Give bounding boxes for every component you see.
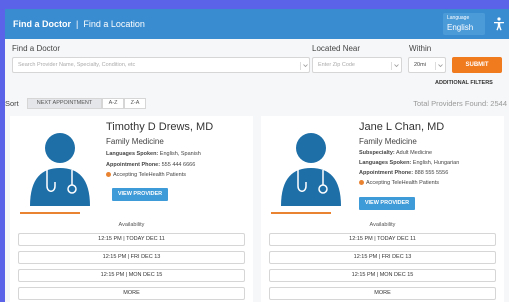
appointment-slot-button[interactable]: 12:15 PM | FRI DEC 13	[18, 251, 245, 264]
nav-find-doctor[interactable]: Find a Doctor	[13, 19, 71, 29]
nav-separator: |	[76, 19, 79, 29]
sort-a-z-button[interactable]: A-Z	[102, 98, 124, 109]
sort-label: Sort	[5, 99, 19, 108]
view-provider-button[interactable]: VIEW PROVIDER	[359, 197, 415, 210]
chevron-down-icon	[300, 62, 308, 70]
availability-heading: Availability	[118, 222, 145, 228]
telehealth-status: Accepting TeleHealth Patients	[106, 172, 186, 178]
provider-name[interactable]: Timothy D Drews, MD	[106, 121, 213, 133]
nav-find-location[interactable]: Find a Location	[83, 19, 145, 29]
language-value: English	[447, 23, 474, 32]
provider-specialty: Family Medicine	[359, 137, 417, 146]
radius-select[interactable]: 20mi	[408, 57, 446, 73]
telehealth-status: Accepting TeleHealth Patients	[359, 180, 439, 186]
search-panel: Find a Doctor Search Provider Name, Spec…	[5, 39, 509, 91]
appointment-phone: Appointment Phone: 888 555 5556	[359, 170, 449, 176]
provider-card: Jane L Chan, MD Family Medicine Subspeci…	[261, 116, 504, 302]
top-nav-bar: Find a Doctor | Find a Location Language…	[5, 9, 509, 39]
availability-heading: Availability	[369, 222, 396, 228]
sort-bar: Sort NEXT APPOINTMENT A-Z Z-A Total Prov…	[5, 97, 509, 111]
within-label: Within	[409, 44, 432, 53]
check-circle-icon	[106, 172, 111, 178]
sort-z-a-button[interactable]: Z-A	[124, 98, 146, 109]
languages-spoken: Languages Spoken: English, Spanish	[106, 151, 201, 157]
avatar-accent-line	[271, 212, 331, 214]
provider-search-placeholder: Search Provider Name, Specialty, Conditi…	[18, 62, 136, 68]
zip-code-input[interactable]: Enter Zip Code	[312, 57, 402, 73]
provider-name[interactable]: Jane L Chan, MD	[359, 121, 444, 133]
view-provider-button[interactable]: VIEW PROVIDER	[112, 188, 168, 201]
appointment-phone: Appointment Phone: 555 444 6666	[106, 162, 196, 168]
language-select[interactable]: Language English	[443, 13, 485, 35]
find-doctor-label: Find a Doctor	[12, 44, 61, 53]
appointment-slot-button[interactable]: 12:15 PM | FRI DEC 13	[269, 251, 496, 264]
more-slots-button[interactable]: MORE	[269, 287, 496, 300]
subspecialty: Subspecialty: Adult Medicine	[359, 150, 433, 156]
more-slots-button[interactable]: MORE	[18, 287, 245, 300]
chevron-down-icon	[391, 62, 399, 70]
additional-filters-link[interactable]: ADDITIONAL FILTERS	[435, 80, 493, 86]
check-circle-icon	[359, 180, 364, 186]
doctor-avatar-icon	[30, 133, 90, 206]
provider-specialty: Family Medicine	[106, 137, 164, 146]
avatar-accent-line	[20, 212, 80, 214]
total-providers-count: Total Providers Found: 2544	[413, 99, 507, 108]
accessibility-icon[interactable]	[493, 17, 505, 31]
provider-card: Timothy D Drews, MD Family Medicine Lang…	[10, 116, 253, 302]
appointment-slot-button[interactable]: 12:15 PM | TODAY DEC 11	[269, 233, 496, 246]
language-label: Language	[447, 15, 470, 21]
main-content: Find a Doctor Search Provider Name, Spec…	[5, 39, 509, 302]
sort-next-appointment-button[interactable]: NEXT APPOINTMENT	[27, 98, 102, 109]
chevron-down-icon	[435, 62, 443, 70]
languages-spoken: Languages Spoken: English, Hungarian	[359, 160, 460, 166]
zip-code-placeholder: Enter Zip Code	[318, 62, 355, 68]
located-near-label: Located Near	[312, 44, 361, 53]
appointment-slot-button[interactable]: 12:15 PM | MON DEC 15	[269, 269, 496, 282]
doctor-avatar-icon	[281, 133, 341, 206]
appointment-slot-button[interactable]: 12:15 PM | TODAY DEC 11	[18, 233, 245, 246]
radius-value: 20mi	[414, 62, 426, 68]
appointment-slot-button[interactable]: 12:15 PM | MON DEC 15	[18, 269, 245, 282]
provider-search-input[interactable]: Search Provider Name, Specialty, Conditi…	[12, 57, 310, 73]
submit-button[interactable]: SUBMIT	[452, 57, 502, 73]
